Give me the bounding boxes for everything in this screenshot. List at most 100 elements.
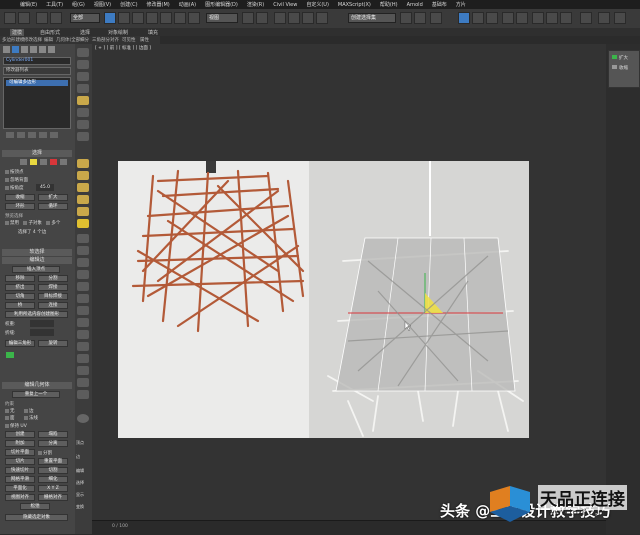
angle-value-field[interactable]: 45.0 — [36, 184, 54, 191]
named-selection-dropdown[interactable]: 创建选择集 — [348, 13, 396, 23]
off-radio[interactable] — [5, 220, 9, 225]
shrink-button[interactable]: 收缩 — [5, 194, 35, 201]
select-object-icon[interactable] — [104, 12, 116, 24]
strip-tool-27-icon[interactable] — [77, 390, 89, 399]
strip-tool-8-icon[interactable] — [77, 132, 89, 141]
scale-icon[interactable] — [188, 12, 200, 24]
reference-coord-dropdown[interactable]: 视图 — [206, 13, 238, 23]
curve-editor-icon[interactable] — [486, 12, 498, 24]
strip-tool-25-icon[interactable] — [77, 366, 89, 375]
multi-radio[interactable] — [46, 220, 51, 225]
slice-plane-button[interactable]: 切片平面 — [5, 449, 35, 456]
subtab-subdivision[interactable]: 细分 — [80, 37, 89, 43]
menu-modifiers[interactable]: 修改器(M) — [147, 1, 170, 8]
strip-tool-3-icon[interactable] — [77, 72, 89, 81]
percent-snap-icon[interactable] — [302, 12, 314, 24]
snap-icon[interactable] — [274, 12, 286, 24]
tab-populate[interactable]: 填充 — [148, 29, 158, 36]
strip-tool-22-icon[interactable] — [77, 330, 89, 339]
ribbon-toggle-icon[interactable] — [472, 12, 484, 24]
material-editor-icon[interactable] — [516, 12, 528, 24]
edge-radio[interactable] — [23, 408, 28, 413]
modifier-list-dropdown[interactable]: 修改器列表 — [3, 67, 71, 75]
subtab-triangulation[interactable]: 三角剖分 — [92, 37, 110, 43]
modify-tab-icon[interactable] — [12, 46, 19, 53]
menu-rendering[interactable]: 渲染(R) — [247, 1, 264, 8]
strip-tool-20-icon[interactable] — [77, 306, 89, 315]
strip-light-icon[interactable] — [77, 219, 89, 228]
grid-align-button[interactable]: 栅格对齐 — [38, 494, 68, 501]
object-name-field[interactable]: Cylinder001 — [3, 57, 71, 65]
rollout-edit-geometry[interactable]: 编辑几何体 — [2, 382, 72, 389]
tessellate-button[interactable]: 细化 — [38, 476, 68, 483]
strip-tool-21-icon[interactable] — [77, 318, 89, 327]
strip-tool-26-icon[interactable] — [77, 378, 89, 387]
bridge-button[interactable]: 桥 — [5, 302, 35, 309]
remove-modifier-icon[interactable] — [39, 132, 47, 138]
menu-view[interactable]: 视图(V) — [94, 1, 111, 8]
strip-tool-6-icon[interactable] — [77, 108, 89, 117]
configure-sets-icon[interactable] — [50, 132, 58, 138]
create-button[interactable]: 创建 — [5, 431, 35, 438]
turn-button[interactable]: 旋转 — [38, 340, 68, 347]
strip-tool-24-icon[interactable] — [77, 354, 89, 363]
border-mode-icon[interactable] — [40, 159, 47, 165]
tab-modeling[interactable]: 建模 — [10, 29, 25, 36]
render-icon[interactable] — [560, 12, 572, 24]
menu-customize[interactable]: 自定义(U) — [306, 1, 329, 8]
ignore-backfacing-checkbox[interactable]: 忽略背面 — [5, 177, 28, 183]
unlink-icon[interactable] — [50, 12, 62, 24]
float-item-grow[interactable]: 扩大 — [612, 55, 628, 61]
rendered-frame-icon[interactable] — [546, 12, 558, 24]
strip-tool-1-icon[interactable] — [77, 48, 89, 57]
strip-label-1[interactable]: 顶点 — [76, 440, 84, 446]
vertex-mode-icon[interactable] — [20, 159, 27, 165]
subtab-edit[interactable]: 编辑 — [44, 37, 53, 43]
attach-button[interactable]: 附加 — [5, 440, 35, 447]
strip-tool-19-icon[interactable] — [77, 294, 89, 303]
rect-selection-icon[interactable] — [132, 12, 144, 24]
crease-field[interactable] — [30, 329, 54, 336]
subtab-visibility[interactable]: 可见性 — [122, 37, 136, 43]
strip-cylinder-icon[interactable] — [77, 171, 89, 180]
polygon-mode-icon[interactable] — [50, 159, 57, 165]
strip-tool-15-icon[interactable] — [77, 246, 89, 255]
create-shape-button[interactable]: 利用所选内容创建图形 — [5, 311, 68, 318]
strip-tool-18-icon[interactable] — [77, 282, 89, 291]
angle-snap-icon[interactable] — [288, 12, 300, 24]
utilities-tab-icon[interactable] — [48, 46, 55, 53]
ring-button[interactable]: 环形 — [5, 203, 35, 210]
edge-mode-icon[interactable] — [30, 159, 37, 165]
menu-edit[interactable]: 编辑(E) — [20, 1, 37, 8]
strip-tool-7-icon[interactable] — [77, 120, 89, 129]
subtab-modify-selection[interactable]: 修改选择 — [24, 37, 42, 43]
cylinder-mesh[interactable] — [335, 237, 516, 392]
by-vertex-checkbox[interactable]: 按顶点 — [5, 169, 24, 175]
make-planar-button[interactable]: 平面化 — [5, 485, 35, 492]
pin-stack-icon[interactable] — [6, 132, 14, 138]
menu-graph-editors[interactable]: 图形编辑器(D) — [205, 1, 238, 8]
strip-tool-2-icon[interactable] — [77, 60, 89, 69]
motion-tab-icon[interactable] — [30, 46, 37, 53]
spinner-snap-icon[interactable] — [316, 12, 328, 24]
rollout-selection[interactable]: 选择 — [2, 150, 72, 157]
subtab-geometry[interactable]: 几何体(全部) — [56, 37, 82, 43]
move-icon[interactable] — [160, 12, 172, 24]
hierarchy-tab-icon[interactable] — [21, 46, 28, 53]
window-crossing-icon[interactable] — [146, 12, 158, 24]
display-tab-icon[interactable] — [39, 46, 46, 53]
color-swatch[interactable] — [6, 352, 14, 358]
schematic-view-icon[interactable] — [502, 12, 514, 24]
connect-button[interactable]: 连接 — [38, 302, 68, 309]
weld-button[interactable]: 焊接 — [38, 284, 68, 291]
layer-manager-icon[interactable] — [430, 12, 442, 24]
menu-extra-1[interactable]: 基础布 — [432, 1, 447, 8]
strip-tool-17-icon[interactable] — [77, 270, 89, 279]
edit-tri-button[interactable]: 编辑三角形 — [5, 340, 35, 347]
teapot-icon[interactable] — [580, 12, 592, 24]
weight-field[interactable] — [30, 320, 54, 327]
strip-label-6[interactable]: 变换 — [76, 504, 84, 510]
menu-extra-2[interactable]: 方片 — [456, 1, 466, 8]
detach-button[interactable]: 分离 — [38, 440, 68, 447]
cut-button[interactable]: 切割 — [38, 467, 68, 474]
